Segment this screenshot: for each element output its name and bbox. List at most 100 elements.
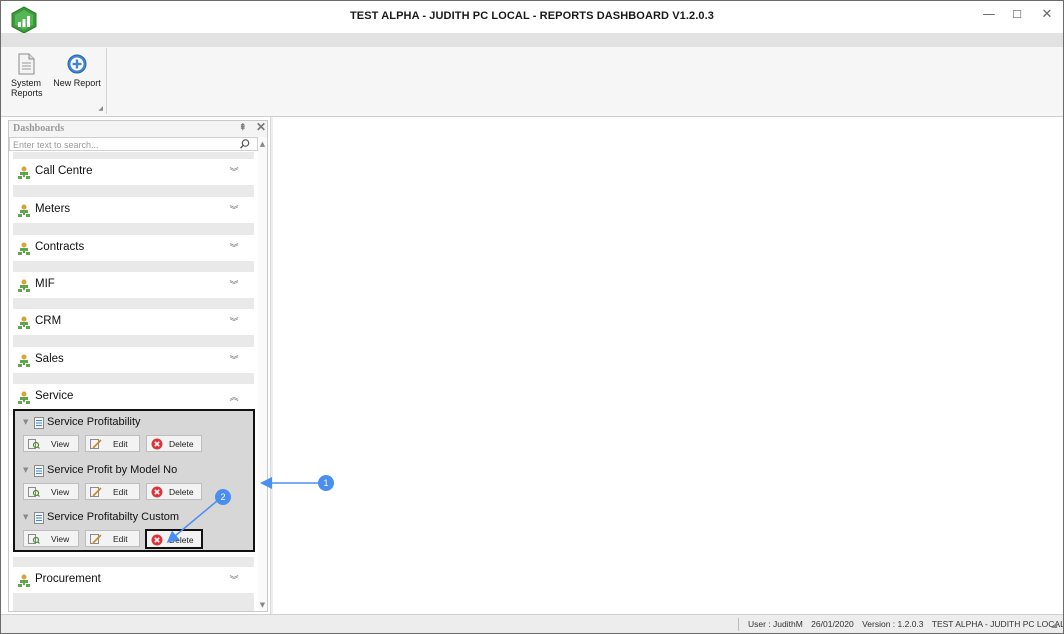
list-item[interactable]: ▼ Service Profitabilty Custom: [17, 508, 253, 528]
delete-label: Delete: [169, 487, 194, 497]
group-label: Sales: [35, 353, 64, 365]
users-icon: [18, 354, 30, 367]
panel-splitter[interactable]: [270, 117, 273, 614]
item-label: Service Profit by Model No: [47, 464, 178, 476]
report-icon: [34, 465, 44, 477]
report-icon: [34, 417, 44, 429]
delete-button[interactable]: Delete: [146, 435, 202, 452]
resize-grip-icon[interactable]: ◢: [1051, 620, 1057, 629]
group-procurement[interactable]: Procurement ︾: [13, 567, 254, 593]
chevron-down-icon[interactable]: ︾: [229, 278, 239, 291]
delete-icon: [151, 486, 163, 498]
status-separator: [738, 618, 739, 631]
new-report-button[interactable]: New Report: [51, 50, 103, 104]
edit-label: Edit: [113, 439, 128, 449]
users-icon: [18, 166, 30, 179]
annotation-marker-1: 1: [318, 475, 334, 491]
view-report-icon: [28, 439, 40, 449]
ribbon-group-reports: System Reports New Report ◢: [6, 48, 107, 114]
group-mif[interactable]: MIF ︾: [13, 272, 254, 298]
edit-pencil-icon: [90, 487, 102, 497]
scroll-up-icon[interactable]: ▲: [258, 139, 267, 149]
delete-label: Delete: [169, 439, 194, 449]
panel-scrollbar[interactable]: ▲ ▼: [258, 137, 267, 611]
group-gap: [13, 593, 254, 611]
users-icon: [18, 574, 30, 587]
users-icon: [18, 316, 30, 329]
group-gap: [13, 223, 254, 235]
view-label: View: [51, 487, 70, 497]
users-icon: [18, 279, 30, 292]
ribbon-group-grip-icon: ◢: [98, 105, 103, 112]
chevron-down-icon[interactable]: ︾: [229, 165, 239, 178]
group-label: Procurement: [35, 573, 101, 585]
delete-label: Delete: [169, 535, 194, 545]
group-label: Meters: [35, 203, 71, 215]
status-bar: User : JudithM 26/01/2020 Version : 1.2.…: [1, 614, 1063, 633]
edit-button[interactable]: Edit: [85, 483, 140, 500]
edit-button[interactable]: Edit: [85, 435, 140, 452]
view-button[interactable]: View: [23, 435, 79, 452]
edit-button[interactable]: Edit: [85, 530, 140, 547]
edit-label: Edit: [113, 534, 128, 544]
group-gap: [13, 557, 254, 567]
chevron-down-icon[interactable]: ︾: [229, 353, 239, 366]
search-icon[interactable]: [239, 138, 251, 150]
system-reports-button[interactable]: System Reports: [11, 50, 43, 104]
list-item[interactable]: ▼ Service Profit by Model No: [17, 461, 253, 481]
group-gap: [13, 373, 254, 384]
group-service[interactable]: Service ︽: [13, 384, 254, 410]
expand-triangle-icon[interactable]: ▼: [23, 466, 28, 474]
scroll-down-icon[interactable]: ▼: [258, 600, 267, 610]
item-actions: View Edit Delete: [17, 433, 253, 455]
report-icon: [34, 512, 44, 524]
system-reports-label-line1: System: [11, 78, 42, 88]
users-icon: [18, 204, 30, 217]
item-actions: View Edit Delete: [17, 528, 253, 550]
group-gap: [13, 298, 254, 309]
expand-triangle-icon[interactable]: ▼: [23, 513, 28, 521]
group-call-centre[interactable]: Call Centre ︾: [13, 159, 254, 185]
chevron-down-icon[interactable]: ︾: [229, 241, 239, 254]
expand-triangle-icon[interactable]: ▼: [23, 418, 28, 426]
panel-title: Dashboards: [13, 123, 65, 134]
search-box: [9, 137, 258, 151]
group-sales[interactable]: Sales ︾: [13, 347, 254, 373]
chevron-down-icon[interactable]: ︾: [229, 573, 239, 586]
new-report-label: New Report: [53, 78, 101, 88]
status-version: Version : 1.2.0.3: [862, 619, 924, 629]
item-label: Service Profitability: [47, 416, 141, 428]
delete-button[interactable]: Delete: [146, 483, 202, 500]
search-input[interactable]: [10, 139, 230, 151]
view-button[interactable]: View: [23, 483, 79, 500]
chevron-down-icon[interactable]: ︾: [229, 203, 239, 216]
chevron-down-icon[interactable]: ︾: [229, 315, 239, 328]
chevron-up-icon[interactable]: ︽: [229, 390, 239, 403]
add-circle-icon: [67, 54, 87, 74]
view-label: View: [51, 439, 70, 449]
pin-icon[interactable]: ⇞: [239, 122, 247, 133]
main-area: Dashboards ⇞ ✕ ▲ ▼: [1, 117, 1063, 614]
group-crm[interactable]: CRM ︾: [13, 309, 254, 335]
panel-close-icon[interactable]: ✕: [256, 120, 266, 135]
group-gap: [13, 335, 254, 347]
window-title: TEST ALPHA - JUDITH PC LOCAL - REPORTS D…: [349, 10, 715, 22]
view-label: View: [51, 534, 70, 544]
group-label: MIF: [35, 278, 55, 290]
service-items-highlight: ▼ Service Profitability View Edit Delete: [13, 409, 255, 552]
item-label: Service Profitabilty Custom: [47, 511, 180, 523]
group-gap: [13, 185, 254, 197]
group-meters[interactable]: Meters ︾: [13, 197, 254, 223]
close-button[interactable]: ✕: [1035, 5, 1059, 25]
view-button[interactable]: View: [23, 530, 79, 547]
maximize-button[interactable]: ☐: [1005, 5, 1029, 25]
group-label: Service: [35, 390, 74, 402]
list-item[interactable]: ▼ Service Profitability: [17, 413, 253, 433]
group-contracts[interactable]: Contracts ︾: [13, 235, 254, 261]
minimize-button[interactable]: —: [977, 5, 1001, 25]
edit-pencil-icon: [90, 534, 102, 544]
group-gap: [13, 152, 254, 159]
delete-icon: [151, 534, 163, 546]
delete-button-highlighted[interactable]: Delete: [145, 529, 203, 549]
group-gap: [13, 260, 254, 272]
